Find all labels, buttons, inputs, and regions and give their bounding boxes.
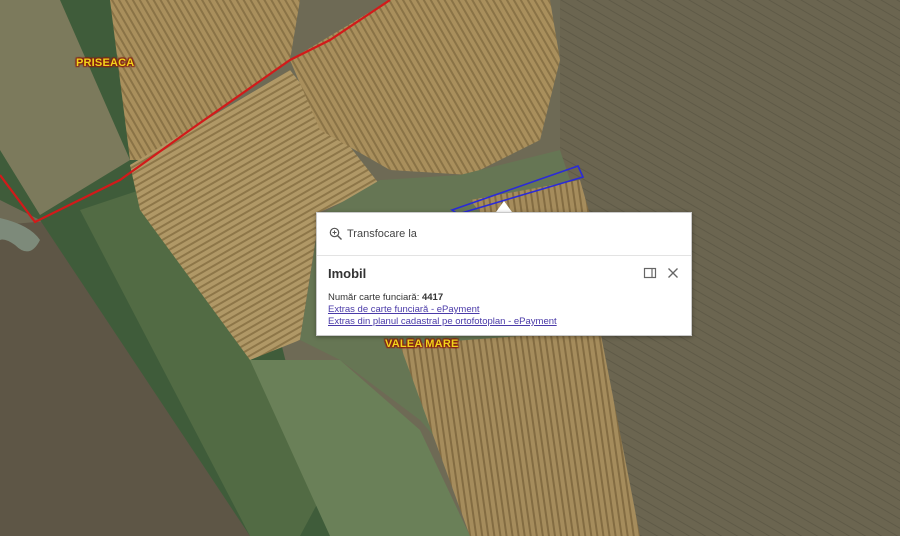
zoom-to-button[interactable]: Transfocare la	[329, 227, 417, 241]
popup-pointer	[496, 201, 512, 212]
popup-title: Imobil	[328, 266, 367, 281]
field-value: 4417	[421, 292, 444, 303]
feature-popup: Transfocare la Imobil Număr carte funcia…	[316, 212, 692, 336]
zoom-to-label: Transfocare la	[347, 228, 417, 240]
cadastral-number-row: Număr carte funciară: 4417	[328, 292, 557, 304]
zoom-in-icon	[329, 227, 342, 240]
land-book-extract-link[interactable]: Extras de carte funciară - ePayment	[328, 304, 557, 316]
place-label-valea-mare: VALEA MARE	[385, 338, 459, 350]
popup-attributes: Număr carte funciară: 4417 Extras de car…	[328, 292, 557, 328]
place-label-priseaca: PRISEACA	[76, 57, 135, 69]
field-label: Număr carte funciară:	[328, 292, 420, 303]
cadastral-plan-extract-link[interactable]: Extras din planul cadastral pe ortofotop…	[328, 316, 557, 328]
popup-toolbar: Transfocare la	[317, 213, 691, 256]
close-icon[interactable]	[666, 266, 680, 280]
dock-icon[interactable]	[643, 266, 657, 280]
